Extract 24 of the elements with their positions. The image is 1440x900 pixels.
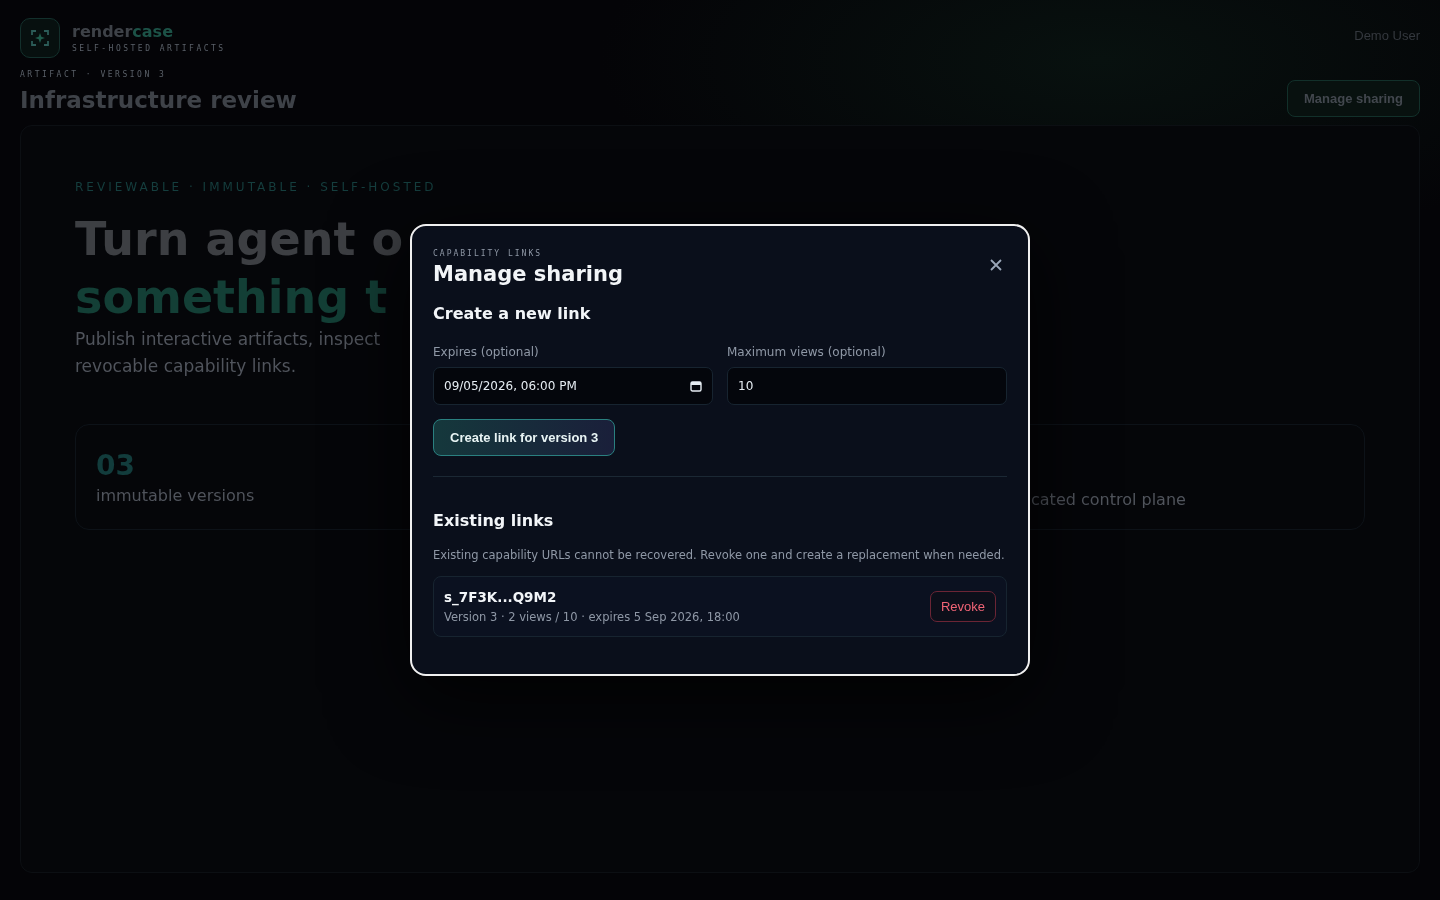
close-icon xyxy=(989,258,1003,272)
dialog-eyebrow: CAPABILITY LINKS xyxy=(433,249,544,258)
section-heading: Create a new link xyxy=(433,304,592,323)
hero-lead: revocable capability links. xyxy=(75,355,297,378)
hero-eyebrow: REVIEWABLE · IMMUTABLE · SELF-HOSTED xyxy=(75,180,438,194)
create-link-button[interactable]: Create link for version 3 xyxy=(433,419,616,456)
stat-label: cated control plane xyxy=(1031,490,1187,509)
breadcrumb: ARTIFACT · VERSION 3 xyxy=(20,70,168,79)
info-text: Existing capability URLs cannot be recovered. Revoke one and create a replacement when needed. xyxy=(433,548,1006,562)
stat-label: immutable versions xyxy=(96,486,256,505)
page-title: Infrastructure review xyxy=(20,87,297,113)
section-heading: Existing links xyxy=(433,511,555,530)
field-label: Maximum views (optional) xyxy=(727,345,887,359)
field-label: Expires (optional) xyxy=(433,345,540,359)
date-field[interactable]: 09/05/2026, 06:00 PM xyxy=(433,367,713,405)
calendar-icon xyxy=(690,380,702,392)
hero-lead: Publish interactive artifacts, inspect xyxy=(75,328,381,351)
brand-name: rendercase xyxy=(72,23,174,41)
link-meta: Version 3 · 2 views / 10 · expires 5 Sep 2026, 18:00 xyxy=(444,610,740,624)
dialog-title: Manage sharing xyxy=(433,262,623,286)
revoke-button[interactable]: Revoke xyxy=(929,591,996,622)
link-token: s_7F3K...Q9M2 xyxy=(444,589,558,605)
views-field[interactable]: 10 xyxy=(727,367,1007,405)
brand-tagline: SELF-HOSTED ARTIFACTS xyxy=(72,44,226,53)
